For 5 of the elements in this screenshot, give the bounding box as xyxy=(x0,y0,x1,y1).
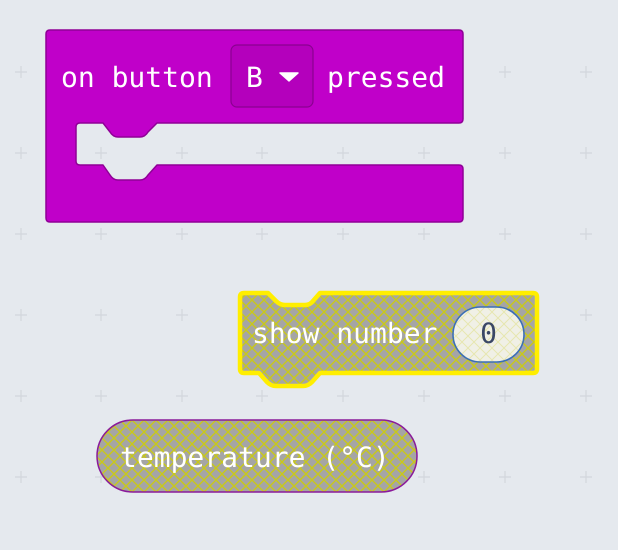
block-label: pressed xyxy=(327,61,446,94)
dropdown-field[interactable]: B xyxy=(230,44,314,108)
caret-icon xyxy=(279,72,299,82)
event-block[interactable] xyxy=(45,29,464,223)
block-label: on button xyxy=(61,61,213,94)
